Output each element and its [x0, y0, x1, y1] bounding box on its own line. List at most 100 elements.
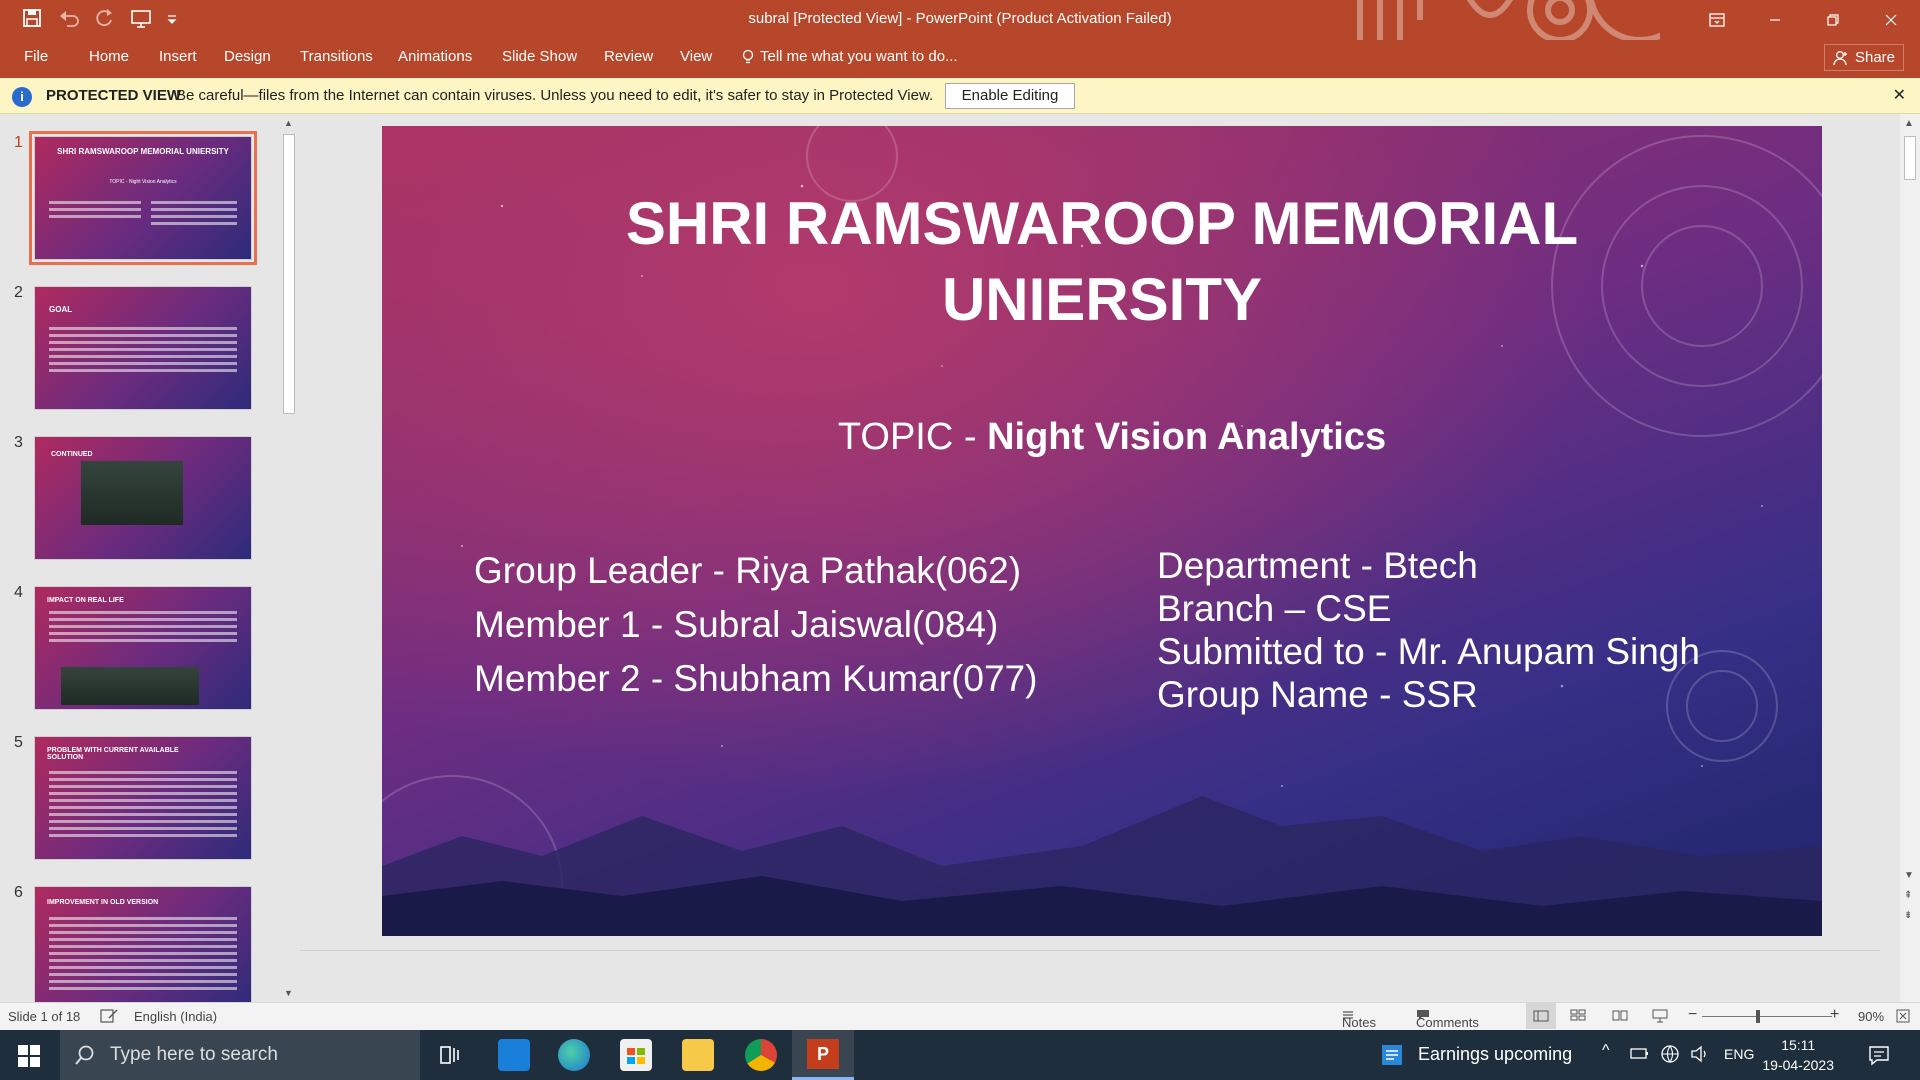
minimize-icon[interactable] — [1746, 0, 1804, 40]
language-indicator[interactable]: English (India) — [134, 1009, 217, 1024]
thumb-number: 1 — [14, 134, 23, 151]
show-hidden-icons[interactable]: ^ — [1602, 1042, 1610, 1060]
tab-insert[interactable]: Insert — [159, 48, 197, 65]
comments-label: Comments — [1416, 1015, 1479, 1030]
close-icon[interactable] — [1862, 0, 1920, 40]
reading-view-icon[interactable] — [1612, 1009, 1628, 1024]
zoom-slider-handle[interactable] — [1756, 1010, 1760, 1023]
taskbar-search-box[interactable]: Type here to search — [60, 1030, 420, 1080]
scroll-down-icon[interactable]: ▼ — [1904, 870, 1914, 881]
department-line: Department - Btech — [1157, 545, 1478, 586]
search-placeholder: Type here to search — [110, 1044, 278, 1065]
volume-icon[interactable] — [1690, 1044, 1710, 1069]
news-widget-text[interactable]: Earnings upcoming — [1418, 1044, 1572, 1065]
thumb-number: 4 — [14, 584, 23, 601]
fit-to-window-icon[interactable] — [1896, 1009, 1910, 1026]
thumbnail-slide-4[interactable]: IMPACT ON REAL LIFE — [34, 586, 252, 710]
share-button[interactable]: Share — [1823, 44, 1904, 71]
system-clock[interactable]: 15:11 19-04-2023 — [1762, 1035, 1834, 1075]
ribbon-display-options-icon[interactable] — [1688, 0, 1746, 40]
scroll-down-icon[interactable]: ▼ — [284, 988, 293, 998]
task-view-icon[interactable] — [438, 1044, 460, 1071]
scroll-up-icon[interactable]: ▲ — [1904, 118, 1914, 129]
details-textbox[interactable]: Department - Btech Branch – CSE Submitte… — [1157, 544, 1700, 716]
protected-view-message: Be careful—files from the Internet can c… — [176, 87, 934, 104]
thumb-photo — [81, 461, 183, 525]
enable-editing-button[interactable]: Enable Editing — [945, 83, 1075, 109]
group-leader-line: Group Leader - Riya Pathak(062) — [474, 550, 1022, 591]
spell-check-icon[interactable] — [100, 1009, 118, 1026]
tab-view[interactable]: View — [680, 48, 712, 65]
tab-slide-show[interactable]: Slide Show — [502, 48, 577, 65]
scrollbar-thumb[interactable] — [1904, 136, 1916, 180]
normal-view-button[interactable] — [1526, 1003, 1556, 1029]
zoom-in-button[interactable]: + — [1830, 1006, 1839, 1024]
thumb-number: 3 — [14, 434, 23, 451]
protected-view-bar: i PROTECTED VIEW Be careful—files from t… — [0, 78, 1920, 114]
tab-design[interactable]: Design — [224, 48, 271, 65]
tell-me-box[interactable]: Tell me what you want to do... — [742, 48, 958, 65]
slide-editor: SHRI RAMSWAROOP MEMORIAL UNIERSITY TOPIC… — [300, 114, 1900, 1002]
language-indicator[interactable]: ENG — [1724, 1046, 1754, 1062]
thumbnail-slide-2[interactable]: GOAL — [34, 286, 252, 410]
clock-date: 19-04-2023 — [1762, 1057, 1834, 1073]
thumbnail-scrollbar[interactable]: ▲ ▼ — [280, 114, 298, 1002]
thumbnail-slide-3[interactable]: CONTINUED — [34, 436, 252, 560]
protected-view-label: PROTECTED VIEW — [46, 87, 182, 104]
battery-icon[interactable] — [1630, 1044, 1650, 1067]
previous-slide-icon[interactable]: ⇞ — [1904, 890, 1912, 901]
scrollbar-thumb[interactable] — [283, 134, 295, 414]
thumbnail-slide-6[interactable]: IMPROVEMENT IN OLD VERSION — [34, 886, 252, 1002]
tab-home[interactable]: Home — [89, 48, 129, 65]
windows-start-icon[interactable] — [18, 1045, 40, 1072]
scroll-up-icon[interactable]: ▲ — [284, 118, 293, 128]
close-bar-icon[interactable]: ✕ — [1893, 85, 1906, 105]
thumbnail-slide-1[interactable]: SHRI RAMSWAROOP MEMORIAL UNIERSITY TOPIC… — [29, 131, 257, 265]
next-slide-icon[interactable]: ⇟ — [1904, 910, 1912, 921]
slide-scrollbar[interactable]: ▲ ▼ ⇞ ⇟ — [1900, 114, 1920, 1002]
thumb-text-lines — [49, 611, 237, 646]
thumb-title: SHRI RAMSWAROOP MEMORIAL UNIERSITY — [57, 147, 229, 156]
mail-icon[interactable] — [498, 1039, 530, 1071]
current-slide[interactable]: SHRI RAMSWAROOP MEMORIAL UNIERSITY TOPIC… — [382, 126, 1822, 936]
branch-line: Branch – CSE — [1157, 588, 1392, 629]
tab-review[interactable]: Review — [604, 48, 653, 65]
powerpoint-taskbar-button[interactable]: P — [792, 1030, 854, 1080]
zoom-out-button[interactable]: − — [1688, 1006, 1697, 1024]
thumb-text-lines — [49, 771, 237, 841]
members-textbox[interactable]: Group Leader - Riya Pathak(062) Member 1… — [474, 544, 1037, 706]
thumb-title: IMPACT ON REAL LIFE — [47, 597, 124, 604]
store-icon[interactable] — [620, 1039, 652, 1071]
window-title: subral [Protected View] - PowerPoint (Pr… — [748, 10, 1172, 27]
notes-button[interactable]: Notes — [1342, 1009, 1376, 1030]
slide-show-icon[interactable] — [1652, 1009, 1668, 1026]
restore-icon[interactable] — [1804, 0, 1862, 40]
tab-file[interactable]: File — [24, 48, 48, 65]
normal-view-icon — [1533, 1010, 1549, 1022]
zoom-slider[interactable] — [1702, 1016, 1832, 1017]
zoom-level[interactable]: 90% — [1858, 1009, 1884, 1024]
notes-label: Notes — [1342, 1015, 1376, 1030]
edge-icon[interactable] — [558, 1039, 590, 1071]
window-controls — [1688, 0, 1920, 40]
network-icon[interactable] — [1660, 1044, 1680, 1069]
chrome-icon[interactable] — [745, 1039, 777, 1071]
thumb-subtitle: TOPIC - Night Vision Analytics — [109, 179, 177, 185]
news-icon[interactable] — [1380, 1043, 1406, 1072]
slide-sorter-icon[interactable] — [1570, 1009, 1586, 1024]
tab-animations[interactable]: Animations — [398, 48, 472, 65]
title-line-1: SHRI RAMSWAROOP MEMORIAL — [625, 190, 1579, 257]
thumbnail-slide-5[interactable]: PROBLEM WITH CURRENT AVAILABLE SOLUTION — [34, 736, 252, 860]
tab-transitions[interactable]: Transitions — [300, 48, 373, 65]
notification-icon[interactable] — [1868, 1044, 1890, 1071]
thumb-title: IMPROVEMENT IN OLD VERSION — [47, 899, 159, 906]
powerpoint-icon: P — [807, 1039, 839, 1069]
lightbulb-icon — [742, 49, 754, 63]
slide-topic[interactable]: TOPIC - Night Vision Analytics — [382, 416, 1822, 459]
member-1-line: Member 1 - Subral Jaiswal(084) — [474, 604, 999, 645]
file-explorer-icon[interactable] — [682, 1039, 714, 1071]
status-bar: Slide 1 of 18 English (India) Notes Comm… — [0, 1002, 1920, 1030]
comments-button[interactable]: Comments — [1416, 1009, 1479, 1030]
slide-title[interactable]: SHRI RAMSWAROOP MEMORIAL UNIERSITY — [382, 186, 1822, 338]
tell-me-text: Tell me what you want to do... — [760, 48, 958, 65]
